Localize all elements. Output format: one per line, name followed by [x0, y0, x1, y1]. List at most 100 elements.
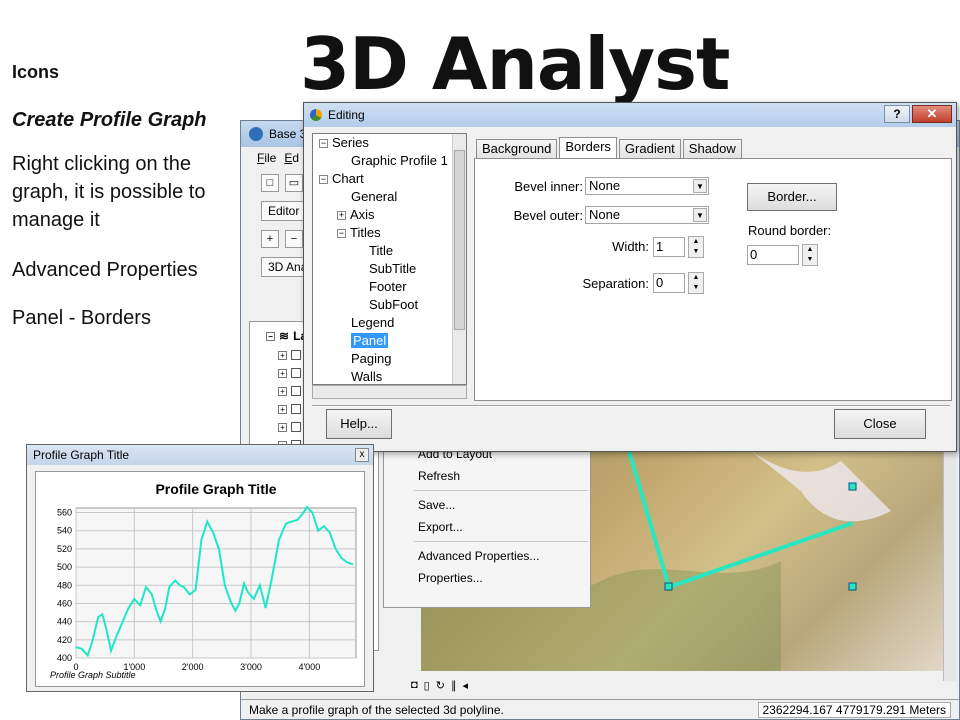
menu-item-refresh[interactable]: Refresh — [384, 465, 590, 487]
tree-item-footer[interactable]: Footer — [313, 278, 466, 296]
expand-icon[interactable]: + — [278, 386, 287, 396]
vertex-handle[interactable] — [848, 482, 857, 491]
layer-checkbox[interactable] — [291, 368, 301, 378]
width-stepper[interactable]: ▲ ▼ — [688, 236, 704, 258]
menu-item-properties[interactable]: Properties... — [384, 567, 590, 589]
vertex-handle[interactable] — [848, 582, 857, 591]
tab-shadow[interactable]: Shadow — [682, 139, 742, 159]
y-tick-label: 460 — [57, 598, 72, 608]
y-tick-label: 480 — [57, 580, 72, 590]
dialog-title-bar[interactable]: Editing ? ✕ — [304, 103, 956, 127]
scroll-thumb[interactable] — [454, 150, 465, 330]
collapse-icon[interactable]: − — [319, 139, 328, 149]
tree-item-subtitle[interactable]: SubTitle — [313, 260, 466, 278]
tree-vertical-scrollbar[interactable] — [452, 134, 466, 384]
bevel-outer-label: Bevel outer: — [513, 208, 583, 223]
tree-item-paging[interactable]: Paging — [313, 350, 466, 368]
tree-item-graphic-profile-1[interactable]: Graphic Profile 1 — [313, 152, 466, 170]
menu-item-save[interactable]: Save... — [384, 494, 590, 516]
y-tick-label: 520 — [57, 544, 72, 554]
round-border-stepper[interactable]: ▲ ▼ — [802, 244, 818, 266]
dialog-separator — [312, 405, 950, 407]
main-title-text: Base 3 — [269, 127, 307, 141]
x-tick-label: 3'000 — [240, 662, 262, 672]
profile-chart-panel[interactable]: Profile Graph Title 400 420 440 460 480 500 520… — [35, 471, 365, 687]
expand-icon[interactable]: + — [278, 368, 287, 378]
collapse-icon[interactable]: − — [337, 229, 346, 239]
note-right-click: Right clicking on the graph, it is possi… — [12, 153, 206, 231]
bevel-outer-value: None — [589, 207, 621, 222]
expand-icon[interactable]: + — [278, 404, 287, 414]
vertex-handle[interactable] — [664, 582, 673, 591]
open-folder-icon[interactable]: ▭ — [285, 174, 303, 192]
profile-window-title-bar[interactable]: Profile Graph Title x — [27, 445, 373, 465]
tree-item-legend[interactable]: Legend — [313, 314, 466, 332]
help-icon[interactable]: ? — [884, 105, 910, 123]
tab-borders[interactable]: Borders — [559, 137, 617, 159]
menu-edit[interactable]: Ed — [284, 151, 299, 165]
tree-horizontal-scrollbar[interactable] — [312, 385, 467, 399]
menu-file[interactable]: File — [257, 151, 276, 165]
new-document-icon[interactable]: □ — [261, 174, 279, 192]
zoom-in-icon[interactable]: + — [261, 230, 279, 248]
tree-item-title[interactable]: Title — [313, 242, 466, 260]
tab-background[interactable]: Background — [476, 139, 558, 159]
tree-item-titles[interactable]: − Titles — [313, 224, 466, 242]
width-input[interactable]: 1 — [653, 237, 685, 257]
menu-item-export[interactable]: Export... — [384, 516, 590, 538]
tree-item-panel[interactable]: Panel — [313, 332, 466, 350]
x-tick-label: 4'000 — [298, 662, 320, 672]
profile-chart[interactable]: Profile Graph Title 400 420 440 460 480 500 520… — [36, 472, 366, 688]
tree-item-label: Graphic Profile 1 — [351, 153, 448, 168]
data-view-icon[interactable]: ◘ — [411, 679, 418, 691]
expand-icon[interactable]: + — [278, 422, 287, 432]
layers-icon: ≋ — [279, 329, 290, 343]
chevron-down-icon[interactable]: ▼ — [693, 179, 707, 193]
globe-icon — [249, 127, 263, 141]
tree-item-series[interactable]: − Series — [313, 134, 466, 152]
tree-item-label: Series — [332, 135, 369, 150]
layer-checkbox[interactable] — [291, 422, 301, 432]
layer-checkbox[interactable] — [291, 404, 301, 414]
bevel-inner-select[interactable]: None ▼ — [585, 177, 709, 195]
scroll-left-icon[interactable]: ◂ — [462, 679, 468, 692]
separation-input[interactable]: 0 — [653, 273, 685, 293]
zoom-out-icon[interactable]: − — [285, 230, 303, 248]
tree-item-walls[interactable]: Walls — [313, 368, 466, 384]
refresh-icon[interactable]: ↻ — [436, 679, 445, 692]
collapse-icon[interactable]: − — [266, 331, 275, 341]
tree-item-subfoot[interactable]: SubFoot — [313, 296, 466, 314]
tab-strip: Background Borders Gradient Shadow — [476, 137, 742, 159]
collapse-icon[interactable]: − — [319, 175, 328, 185]
status-bar: Make a profile graph of the selected 3d … — [241, 699, 959, 719]
close-icon[interactable]: x — [355, 448, 369, 462]
menu-item-advanced-properties[interactable]: Advanced Properties... — [384, 545, 590, 567]
chevron-down-icon[interactable]: ▼ — [693, 208, 707, 222]
vertical-scrollbar[interactable] — [943, 451, 957, 681]
tab-gradient[interactable]: Gradient — [618, 139, 681, 159]
close-button[interactable]: Close — [834, 409, 926, 439]
bevel-outer-select[interactable]: None ▼ — [585, 206, 709, 224]
layer-checkbox[interactable] — [291, 386, 301, 396]
x-tick-label: 2'000 — [182, 662, 204, 672]
expand-icon[interactable]: + — [278, 350, 287, 360]
expand-icon[interactable]: + — [337, 211, 346, 221]
separation-stepper[interactable]: ▲ ▼ — [688, 272, 704, 294]
y-tick-label: 560 — [57, 508, 72, 518]
layer-checkbox[interactable] — [291, 350, 301, 360]
dialog-title-text: Editing — [328, 108, 365, 122]
tree-item-label: Titles — [350, 225, 381, 240]
note-advanced: Advanced Properties — [12, 259, 198, 281]
tree-item-chart[interactable]: − Chart — [313, 170, 466, 188]
tree-item-axis[interactable]: + Axis — [313, 206, 466, 224]
bevel-inner-value: None — [589, 178, 621, 193]
help-button[interactable]: Help... — [326, 409, 392, 439]
border-button[interactable]: Border... — [747, 183, 837, 211]
layout-view-icon[interactable]: ▯ — [424, 679, 430, 692]
close-icon[interactable]: ✕ — [912, 105, 952, 123]
round-border-input[interactable]: 0 — [747, 245, 799, 265]
tree-item-label: Panel — [351, 333, 389, 348]
tree-item-general[interactable]: General — [313, 188, 466, 206]
pause-icon[interactable]: ∥ — [451, 679, 457, 692]
settings-tree: − Series Graphic Profile 1− Chart General + Ax… — [312, 133, 467, 385]
